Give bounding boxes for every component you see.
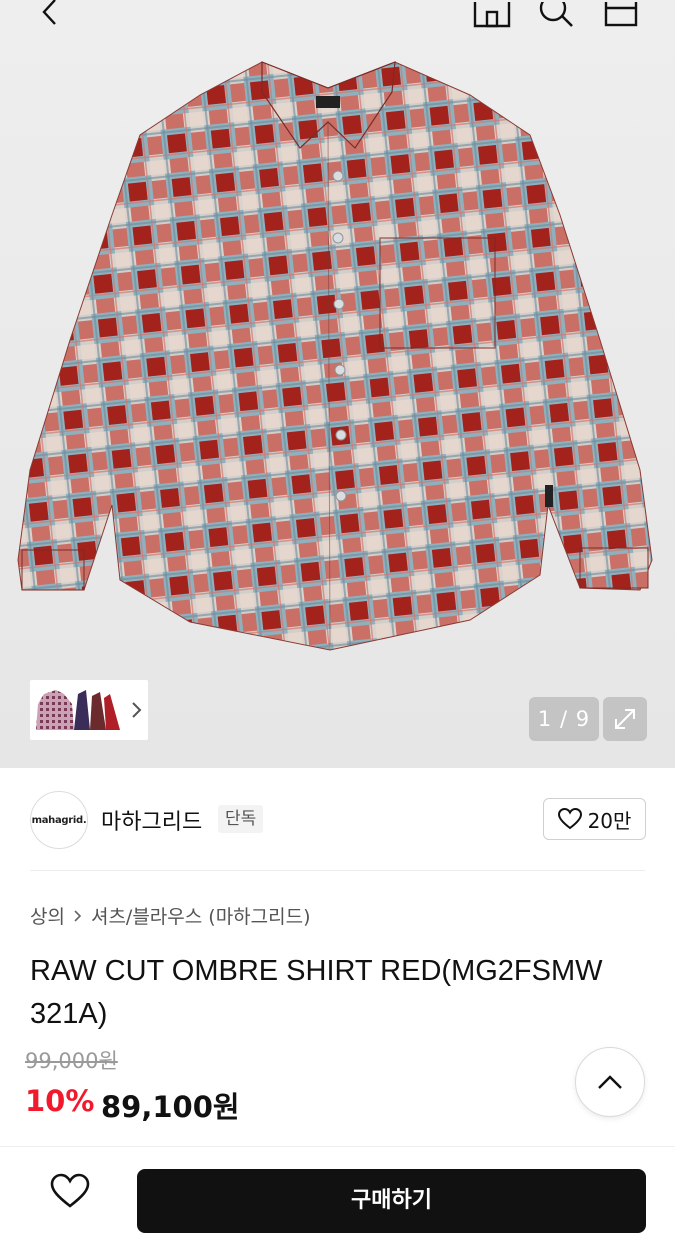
buy-button[interactable]: 구매하기 — [137, 1169, 646, 1233]
original-price: 99,000원 — [25, 1049, 118, 1073]
breadcrumb-subcategory[interactable]: 셔츠/블라우스 (마하그리드) — [91, 902, 311, 929]
product-image-gallery[interactable]: 1 / 9 — [0, 0, 675, 768]
chevron-up-icon — [598, 1075, 622, 1089]
wishlist-button[interactable] — [50, 1173, 90, 1213]
expand-button[interactable] — [603, 697, 647, 741]
discount-rate: 10% — [25, 1084, 95, 1118]
thumbnail-image — [36, 690, 120, 730]
like-button[interactable]: 20만 — [543, 798, 646, 840]
heart-icon — [557, 808, 582, 830]
brand-row: mahagrid. 마하그리드 단독 20만 — [0, 770, 675, 870]
chevron-left-icon — [42, 0, 56, 25]
bottom-action-bar: 구매하기 — [0, 1146, 675, 1233]
color-thumbnails[interactable] — [30, 680, 148, 740]
breadcrumb-category[interactable]: 상의 — [30, 902, 65, 929]
brand-name[interactable]: 마하그리드 — [101, 804, 202, 836]
product-image — [17, 61, 653, 651]
divider — [30, 870, 645, 871]
like-count: 20만 — [587, 808, 632, 833]
home-button[interactable] — [472, 0, 512, 30]
image-counter: 1 / 9 — [529, 697, 599, 741]
sale-price: 89,100원 — [101, 1090, 240, 1124]
breadcrumb: 상의 셔츠/블라우스 (마하그리드) — [30, 902, 311, 929]
expand-icon — [615, 709, 635, 729]
chevron-right-icon — [132, 702, 142, 718]
cart-button[interactable] — [601, 0, 641, 30]
home-icon — [473, 2, 511, 28]
chevron-right-icon — [74, 909, 82, 922]
bag-icon — [604, 2, 638, 27]
exclusive-badge: 단독 — [218, 805, 264, 833]
scroll-top-button[interactable] — [575, 1047, 645, 1117]
heart-icon — [50, 1173, 90, 1208]
brand-logo[interactable]: mahagrid. — [30, 791, 88, 849]
back-button[interactable] — [30, 0, 70, 30]
product-title: RAW CUT OMBRE SHIRT RED(MG2FSMW 321A) — [30, 955, 603, 1030]
brand-logo-text: mahagrid. — [31, 814, 87, 826]
search-button[interactable] — [536, 0, 576, 30]
search-icon — [539, 2, 573, 27]
